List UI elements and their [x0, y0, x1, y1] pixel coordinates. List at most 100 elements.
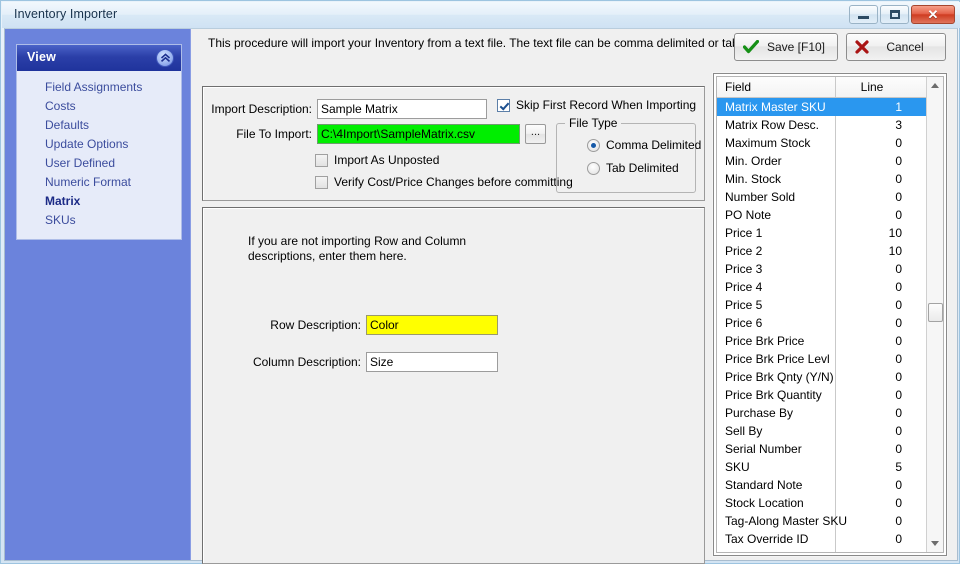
table-row[interactable]: Price Brk Price 0 — [717, 332, 943, 350]
cell-field: Price 5 — [725, 298, 763, 312]
file-type-group-label: File Type — [565, 116, 622, 130]
window-controls: ✕ — [849, 5, 955, 24]
grid-column-header-field[interactable]: Field — [725, 80, 751, 94]
table-row[interactable]: Standard Note 0 — [717, 476, 943, 494]
grid-header-row: Field Line — [717, 77, 943, 98]
arrow-up-icon — [931, 83, 939, 88]
cell-line: 10 — [888, 226, 902, 240]
sidebar-item-field-assignments[interactable]: Field Assignments — [17, 78, 181, 97]
scrollbar-thumb[interactable] — [928, 303, 943, 322]
table-row[interactable]: Number Sold 0 — [717, 188, 943, 206]
cell-field: Standard Note — [725, 478, 803, 492]
cell-line: 0 — [895, 190, 902, 204]
cancel-button[interactable]: Cancel — [846, 33, 946, 61]
cell-field: Price Brk Qnty (Y/N) — [725, 370, 834, 384]
cell-line: 3 — [895, 118, 902, 132]
table-row[interactable]: Sell By 0 — [717, 422, 943, 440]
cell-field: Tax Override ID — [725, 532, 809, 546]
cell-line: 0 — [895, 514, 902, 528]
table-row[interactable]: Maximum Stock 0 — [717, 134, 943, 152]
table-row[interactable]: Min. Order 0 — [717, 152, 943, 170]
sidebar-item-label: Costs — [45, 99, 76, 113]
table-row[interactable]: Price 6 0 — [717, 314, 943, 332]
skip-first-record-checkbox[interactable]: Skip First Record When Importing — [497, 98, 696, 112]
browse-file-button[interactable]: ... — [525, 124, 546, 144]
file-type-groupbox: File Type Comma Delimited Tab Delimited — [556, 116, 701, 193]
cell-line: 0 — [895, 136, 902, 150]
table-row[interactable]: Matrix Row Desc. 3 — [717, 116, 943, 134]
table-row[interactable]: Matrix Master SKU 1 — [717, 98, 943, 116]
main-content: This procedure will import your Inventor… — [192, 29, 958, 564]
import-description-label: Import Description: — [211, 102, 312, 116]
sidebar-item-defaults[interactable]: Defaults — [17, 116, 181, 135]
sidebar-item-matrix[interactable]: Matrix — [17, 192, 181, 211]
header-column-separator — [835, 77, 836, 97]
view-nav-panel: View Field Assignments Costs Defaults Up — [16, 44, 182, 240]
import-as-unposted-checkbox[interactable]: Import As Unposted — [315, 153, 439, 167]
table-row[interactable]: Tag-Along Master SKU 0 — [717, 512, 943, 530]
cell-field: PO Note — [725, 208, 772, 222]
verify-cost-price-label: Verify Cost/Price Changes before committ… — [334, 175, 573, 189]
table-row[interactable]: Price 2 10 — [717, 242, 943, 260]
sidebar-item-user-defined[interactable]: User Defined — [17, 154, 181, 173]
cell-field: Tag-Along Master SKU — [725, 514, 848, 528]
table-row[interactable]: Price 1 10 — [717, 224, 943, 242]
table-row[interactable]: Price Brk Quantity 0 — [717, 386, 943, 404]
scroll-up-button[interactable] — [927, 77, 943, 94]
scroll-down-button[interactable] — [927, 535, 943, 552]
column-description-input[interactable]: Size — [366, 352, 498, 372]
radio-tab-delimited-label: Tab Delimited — [606, 161, 679, 175]
sidebar-item-numeric-format[interactable]: Numeric Format — [17, 173, 181, 192]
cancel-button-label: Cancel — [886, 40, 924, 54]
cell-line: 0 — [895, 406, 902, 420]
file-to-import-input[interactable]: C:\4Import\SampleMatrix.csv — [317, 124, 520, 144]
row-description-input[interactable]: Color — [366, 315, 498, 335]
table-row[interactable]: Price 3 0 — [717, 260, 943, 278]
checkmark-icon — [742, 40, 759, 54]
grid-column-header-line[interactable]: Line — [842, 80, 902, 94]
sidebar-item-label: Update Options — [45, 137, 129, 151]
cell-line: 0 — [895, 334, 902, 348]
save-button[interactable]: Save [F10] — [733, 33, 838, 61]
save-button-label: Save [F10] — [766, 40, 825, 54]
cell-line: 10 — [888, 244, 902, 258]
table-row[interactable]: Price 5 0 — [717, 296, 943, 314]
table-row[interactable]: Stock Location 0 — [717, 494, 943, 512]
app-root: Inventory Importer ✕ View Field Assignme… — [0, 0, 960, 564]
table-row[interactable]: Serial Number 0 — [717, 440, 943, 458]
table-row[interactable]: Min. Stock 0 — [717, 170, 943, 188]
x-mark-icon — [855, 40, 869, 54]
radio-tab-delimited[interactable]: Tab Delimited — [587, 161, 679, 175]
close-icon: ✕ — [927, 7, 939, 22]
sidebar-item-update-options[interactable]: Update Options — [17, 135, 181, 154]
table-row[interactable]: Price 4 0 — [717, 278, 943, 296]
grid-vertical-scrollbar[interactable] — [926, 77, 943, 552]
cell-line: 5 — [895, 460, 902, 474]
cell-line: 0 — [895, 298, 902, 312]
table-row[interactable]: SKU 5 — [717, 458, 943, 476]
table-row[interactable]: Tax Override ID 0 — [717, 530, 943, 548]
sidebar-item-costs[interactable]: Costs — [17, 97, 181, 116]
sidebar: View Field Assignments Costs Defaults Up — [5, 29, 191, 560]
matrix-hint-line1: If you are not importing Row and Column — [248, 234, 467, 248]
import-description-input[interactable]: Sample Matrix — [317, 99, 487, 119]
table-row[interactable]: Price Brk Price Levl 0 — [717, 350, 943, 368]
maximize-button[interactable] — [880, 5, 909, 24]
minimize-button[interactable] — [849, 5, 878, 24]
file-to-import-label: File To Import: — [236, 127, 312, 141]
verify-cost-price-checkbox[interactable]: Verify Cost/Price Changes before committ… — [315, 175, 573, 189]
table-row[interactable]: PO Note 0 — [717, 206, 943, 224]
close-button[interactable]: ✕ — [911, 5, 955, 24]
cell-field: Matrix Row Desc. — [725, 118, 820, 132]
toolbar: Save [F10] Cancel — [733, 33, 946, 61]
view-nav-items: Field Assignments Costs Defaults Update … — [17, 71, 181, 239]
table-row[interactable]: Price Brk Qnty (Y/N) 0 — [717, 368, 943, 386]
cell-field: Number Sold — [725, 190, 796, 204]
window-frame: Inventory Importer ✕ View Field Assignme… — [0, 0, 960, 564]
radio-comma-delimited[interactable]: Comma Delimited — [587, 138, 701, 152]
arrow-down-icon — [931, 541, 939, 546]
sidebar-item-skus[interactable]: SKUs — [17, 211, 181, 230]
radio-icon — [587, 161, 600, 175]
table-row[interactable]: Purchase By 0 — [717, 404, 943, 422]
chevron-up-circle-icon[interactable] — [156, 49, 174, 67]
